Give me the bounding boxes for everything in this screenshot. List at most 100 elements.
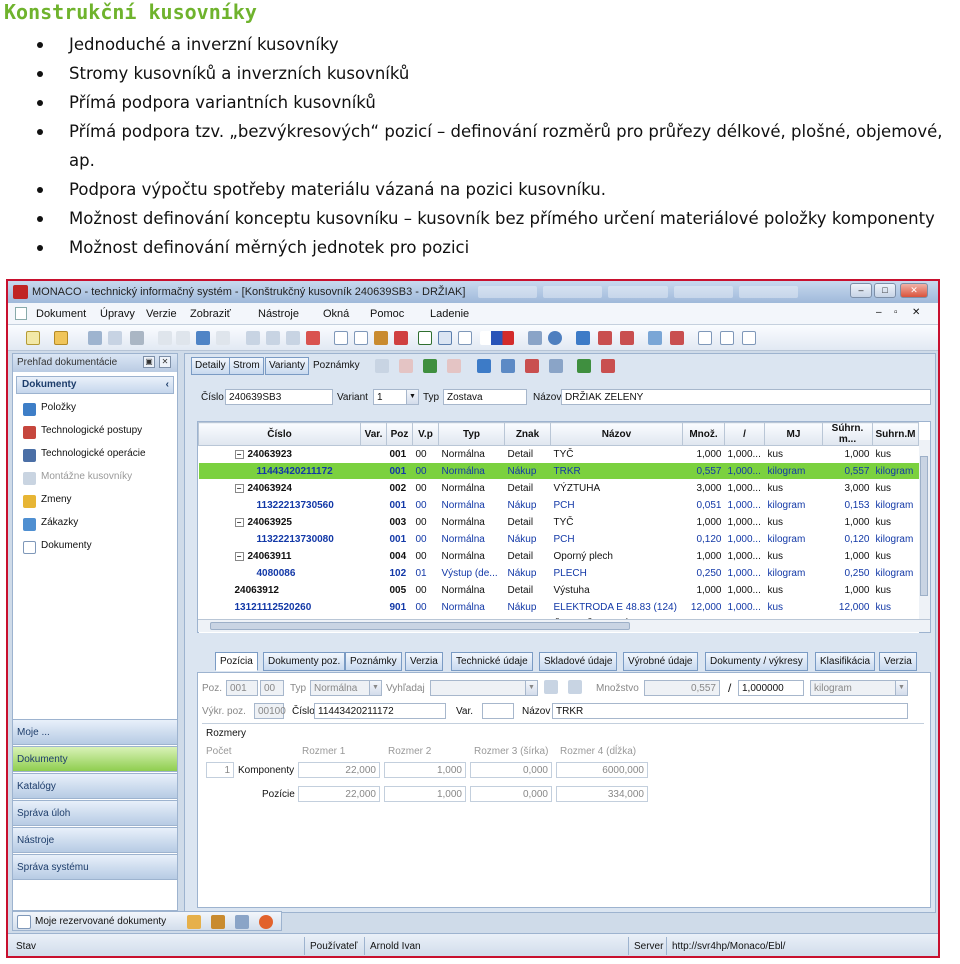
chevron-down-icon[interactable]: ▼ <box>406 390 418 404</box>
menu-ladenie[interactable]: Ladenie <box>430 308 469 320</box>
lock-icon[interactable] <box>158 331 172 345</box>
collapse-icon[interactable]: ‹ <box>166 379 169 390</box>
paste-icon[interactable] <box>286 331 300 345</box>
export-icon[interactable] <box>648 331 662 345</box>
mdi-close-icon[interactable]: ✕ <box>912 307 920 318</box>
unlock-icon[interactable] <box>176 331 190 345</box>
column-header[interactable]: Typ <box>438 422 505 446</box>
poz-field[interactable]: 001 <box>226 680 258 696</box>
variant-select[interactable]: 1 ▼ <box>373 389 419 405</box>
print-tree-icon[interactable] <box>501 359 515 373</box>
tab-pozicia[interactable]: Pozícia <box>215 652 258 671</box>
close-button[interactable]: ✕ <box>900 283 928 298</box>
add-row-icon[interactable] <box>423 359 437 373</box>
mnozstvo-field[interactable]: 0,557 <box>644 680 720 696</box>
column-header[interactable]: Poz <box>386 422 413 446</box>
komp-rozmer-1[interactable]: 22,000 <box>298 762 380 778</box>
vertical-scrollbar[interactable] <box>919 440 930 620</box>
back-icon[interactable] <box>548 331 562 345</box>
column-header[interactable]: Var. <box>360 422 387 446</box>
tab-technicke-udaje[interactable]: Technické údaje <box>451 652 533 671</box>
move-icon[interactable] <box>577 359 591 373</box>
collapse-node-icon[interactable]: − <box>234 517 244 527</box>
section-dokumenty[interactable]: Dokumenty ‹ <box>16 376 174 394</box>
poz-rozmer-3[interactable]: 0,000 <box>470 786 552 802</box>
structure-icon[interactable] <box>598 331 612 345</box>
mdi-minimize-icon[interactable]: – <box>876 307 882 318</box>
attachment-icon[interactable] <box>720 331 734 345</box>
delete-row-icon[interactable] <box>447 359 461 373</box>
mdi-restore-icon[interactable]: ▫ <box>894 307 898 318</box>
nav-item-dokumenty[interactable]: Dokumenty <box>23 540 92 556</box>
tab-varianty[interactable]: Varianty <box>265 357 309 375</box>
column-header[interactable]: Názov <box>550 422 683 446</box>
nav-item-polozky[interactable]: Položky <box>23 402 76 418</box>
flag-icon[interactable] <box>525 359 539 373</box>
tab-poznamky-poz[interactable]: Poznámky <box>345 652 402 671</box>
tab-vyrobne-udaje[interactable]: Výrobné údaje <box>623 652 698 671</box>
collapse-node-icon[interactable]: − <box>234 449 244 459</box>
poz-rozmer-1[interactable]: 22,000 <box>298 786 380 802</box>
folder-icon[interactable] <box>187 915 201 929</box>
import-icon[interactable] <box>670 331 684 345</box>
cislo-pos-field[interactable]: 11443420211172 <box>314 703 446 719</box>
cancel-icon[interactable] <box>394 331 408 345</box>
list-view-icon[interactable] <box>458 331 472 345</box>
tab-verzia-2[interactable]: Verzia <box>879 652 917 671</box>
nazov-field[interactable]: DRŽIAK ZELENY <box>561 389 931 405</box>
chevron-down-icon[interactable]: ▼ <box>525 681 537 695</box>
nazov-pos-field[interactable]: TRKR <box>552 703 908 719</box>
vykr-field[interactable]: 00100 <box>254 703 286 719</box>
minimize-button[interactable]: – <box>850 283 872 298</box>
form-view-icon[interactable] <box>418 331 432 345</box>
nav-item-zmeny[interactable]: Zmeny <box>23 494 72 510</box>
collapse-node-icon[interactable]: − <box>234 551 244 561</box>
list-icon[interactable] <box>549 359 563 373</box>
edit-icon[interactable] <box>375 359 389 373</box>
menu-pomoc[interactable]: Pomoc <box>370 308 404 320</box>
reserved-docs-tab[interactable]: Moje rezervované dokumenty <box>35 916 166 927</box>
menu-verzie[interactable]: Verzie <box>146 308 177 320</box>
menu-dokument[interactable]: Dokument <box>36 308 86 320</box>
open-folder-icon[interactable] <box>54 331 68 345</box>
table-row[interactable]: −24063925 003 00 Normálna Detail TYČ 1,000 1,00… <box>198 513 919 531</box>
alert-icon[interactable] <box>259 915 273 929</box>
menu-zobrazit[interactable]: Zobraziť <box>190 308 231 320</box>
nav-sprava-systemu[interactable]: Správa systému <box>12 854 178 880</box>
nav-nastroje[interactable]: Nástroje <box>12 827 178 853</box>
table-row[interactable]: −24063924 002 00 Normálna Detail VÝZTUHA 3,000… <box>198 479 919 497</box>
refresh-icon[interactable] <box>196 331 210 345</box>
tab-dokumenty-vykresy[interactable]: Dokumenty / výkresy <box>705 652 808 671</box>
search-icon[interactable] <box>88 331 102 345</box>
maximize-button[interactable]: □ <box>874 283 896 298</box>
cut-icon[interactable] <box>246 331 260 345</box>
tab-poznamky[interactable]: Poznámky <box>309 357 364 375</box>
komp-rozmer-2[interactable]: 1,000 <box>384 762 466 778</box>
tab-strom[interactable]: Strom <box>229 357 264 375</box>
mnozstvo-base-field[interactable]: 1,000000 <box>738 680 804 696</box>
clear-icon[interactable] <box>568 680 582 694</box>
document-icon[interactable] <box>334 331 348 345</box>
document-edit-icon[interactable] <box>354 331 368 345</box>
table-row[interactable]: 24063912 005 00 Normálna Detail Výstuha 1,000 1… <box>198 581 919 599</box>
column-header[interactable]: MJ <box>764 422 823 446</box>
link-icon[interactable] <box>601 359 615 373</box>
column-header[interactable]: / <box>724 422 765 446</box>
nav-item-zakazky[interactable]: Zákazky <box>23 517 78 533</box>
column-header[interactable]: Číslo <box>198 422 361 446</box>
close-panel-icon[interactable]: ✕ <box>159 356 171 368</box>
menu-nastroje[interactable]: Nástroje <box>258 308 299 320</box>
language-flag-icon[interactable] <box>480 331 514 345</box>
tab-klasifikacia[interactable]: Klasifikácia <box>815 652 876 671</box>
var-pos-field[interactable] <box>482 703 514 719</box>
table-row[interactable]: 13121112520260 901 00 Normálna Nákup ELEKTROD… <box>198 598 919 616</box>
horizontal-scrollbar[interactable] <box>198 619 930 632</box>
tab-verzia[interactable]: Verzia <box>405 652 443 671</box>
cislo-field[interactable]: 240639SB3 <box>225 389 333 405</box>
table-row[interactable]: 11322213730560 001 00 Normálna Nákup PCH 0,051… <box>198 496 919 514</box>
menu-upravy[interactable]: Úpravy <box>100 308 135 320</box>
column-header[interactable]: Suhrn.M <box>872 422 919 446</box>
vyhladaj-select[interactable]: ▼ <box>430 680 538 696</box>
poz-rozmer-4[interactable]: 334,000 <box>556 786 648 802</box>
tools-icon[interactable] <box>211 915 225 929</box>
